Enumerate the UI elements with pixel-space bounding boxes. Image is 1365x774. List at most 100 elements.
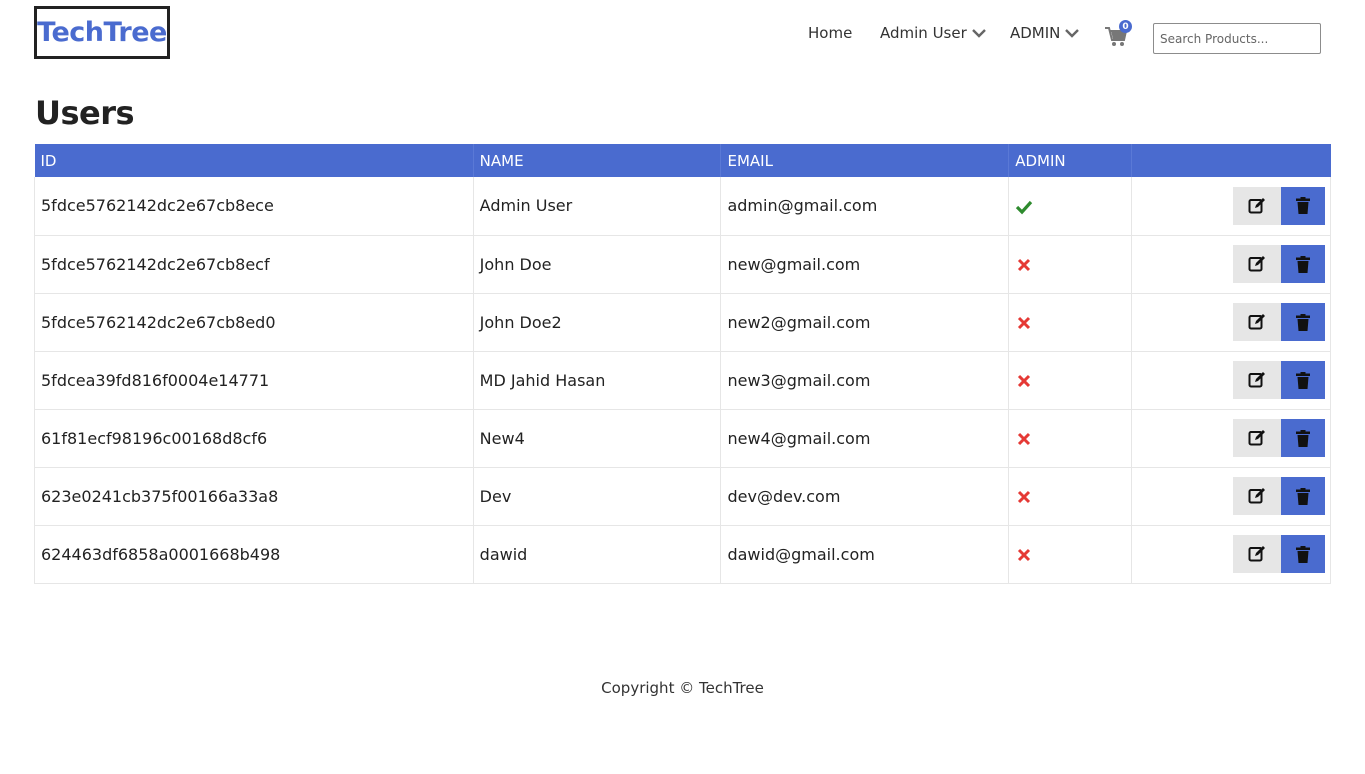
header-admin: ADMIN (1008, 144, 1133, 177)
user-menu-label: Admin User (880, 24, 967, 42)
user-id-cell: 623e0241cb375f00166a33a8 (34, 467, 474, 526)
table-row: 624463df6858a0001668b498 dawid dawid@gmail… (34, 525, 1331, 584)
delete-user-button[interactable] (1281, 419, 1325, 457)
trash-icon (1296, 255, 1310, 273)
delete-user-button[interactable] (1281, 535, 1325, 573)
user-admin-cell (1008, 525, 1133, 584)
edit-user-button[interactable] (1233, 245, 1281, 283)
table-row: 5fdce5762142dc2e67cb8ecf John Doe new@gmai… (34, 235, 1331, 294)
user-email-cell: new2@gmail.com (720, 293, 1010, 352)
delete-user-button[interactable] (1281, 245, 1325, 283)
navbar: TechTree Home Admin User ADMIN 0 (0, 0, 1365, 70)
user-admin-cell (1008, 293, 1133, 352)
user-actions-cell (1131, 467, 1331, 526)
edit-icon (1248, 314, 1265, 330)
header-email: EMAIL (720, 144, 1010, 177)
times-icon (1018, 374, 1031, 387)
user-admin-cell (1008, 467, 1133, 526)
trash-icon (1296, 197, 1310, 215)
delete-user-button[interactable] (1281, 477, 1325, 515)
user-email-cell: new4@gmail.com (720, 409, 1010, 468)
user-name-cell: John Doe2 (473, 293, 722, 352)
user-actions-cell (1131, 525, 1331, 584)
users-table: ID NAME EMAIL ADMIN 5fdce5762142dc2e67cb… (34, 144, 1331, 584)
times-icon (1018, 490, 1031, 503)
user-name-cell: MD Jahid Hasan (473, 351, 722, 410)
trash-icon (1296, 371, 1310, 389)
edit-user-button[interactable] (1233, 361, 1281, 399)
user-id-cell: 5fdce5762142dc2e67cb8ece (34, 177, 474, 236)
row-action-group (1233, 477, 1325, 515)
user-actions-cell (1131, 235, 1331, 294)
delete-user-button[interactable] (1281, 186, 1325, 225)
users-table-body: 5fdce5762142dc2e67cb8ece Admin User admin@… (34, 177, 1331, 584)
edit-user-button[interactable] (1233, 186, 1281, 225)
row-action-group (1233, 361, 1325, 399)
user-id-cell: 624463df6858a0001668b498 (34, 525, 474, 584)
user-admin-cell (1008, 177, 1133, 236)
header-actions (1131, 144, 1331, 177)
edit-user-button[interactable] (1233, 419, 1281, 457)
user-name-cell: Admin User (473, 177, 722, 236)
row-action-group (1233, 303, 1325, 341)
user-id-cell: 5fdce5762142dc2e67cb8ed0 (34, 293, 474, 352)
nav-home-link[interactable]: Home (808, 23, 852, 43)
edit-user-button[interactable] (1233, 477, 1281, 515)
user-actions-cell (1131, 409, 1331, 468)
table-header-row: ID NAME EMAIL ADMIN (34, 144, 1331, 177)
table-row: 5fdce5762142dc2e67cb8ece Admin User admin@… (34, 177, 1331, 236)
row-action-group (1233, 535, 1325, 573)
edit-user-button[interactable] (1233, 303, 1281, 341)
edit-icon (1248, 488, 1265, 504)
check-icon (1016, 200, 1033, 214)
nav-home-label: Home (808, 24, 853, 42)
user-admin-cell (1008, 351, 1133, 410)
user-actions-cell (1131, 177, 1331, 236)
times-icon (1018, 258, 1031, 271)
trash-icon (1296, 313, 1310, 331)
cart-count-badge: 0 (1119, 20, 1132, 33)
page-title: Users (35, 94, 135, 132)
footer-copyright: Copyright © TechTree (601, 679, 764, 697)
user-email-cell: admin@gmail.com (720, 177, 1010, 236)
edit-user-button[interactable] (1233, 535, 1281, 573)
user-admin-cell (1008, 409, 1133, 468)
times-icon (1018, 548, 1031, 561)
user-email-cell: dawid@gmail.com (720, 525, 1010, 584)
brand-logo[interactable]: TechTree (34, 6, 170, 59)
chevron-down-icon (1065, 29, 1080, 38)
row-action-group (1233, 419, 1325, 457)
user-actions-cell (1131, 351, 1331, 410)
user-admin-cell (1008, 235, 1133, 294)
user-actions-cell (1131, 293, 1331, 352)
chevron-down-icon (971, 29, 986, 38)
delete-user-button[interactable] (1281, 361, 1325, 399)
table-row: 5fdcea39fd816f0004e14771 MD Jahid Hasan ne… (34, 351, 1331, 410)
user-email-cell: dev@dev.com (720, 467, 1010, 526)
user-id-cell: 5fdcea39fd816f0004e14771 (34, 351, 474, 410)
user-id-cell: 5fdce5762142dc2e67cb8ecf (34, 235, 474, 294)
admin-menu-label: ADMIN (1010, 24, 1061, 42)
user-name-cell: John Doe (473, 235, 722, 294)
header-id: ID (34, 144, 474, 177)
user-name-cell: dawid (473, 525, 722, 584)
edit-icon (1248, 430, 1265, 446)
admin-menu-dropdown[interactable]: ADMIN (1010, 23, 1080, 43)
times-icon (1018, 316, 1031, 329)
trash-icon (1296, 429, 1310, 447)
trash-icon (1296, 545, 1310, 563)
edit-icon (1248, 372, 1265, 388)
header-name: NAME (473, 144, 722, 177)
row-action-group (1233, 245, 1325, 283)
trash-icon (1296, 487, 1310, 505)
table-row: 5fdce5762142dc2e67cb8ed0 John Doe2 new2@gm… (34, 293, 1331, 352)
search-input[interactable] (1153, 23, 1321, 54)
times-icon (1018, 432, 1031, 445)
edit-icon (1248, 197, 1265, 214)
delete-user-button[interactable] (1281, 303, 1325, 341)
row-action-group (1233, 186, 1325, 225)
edit-icon (1248, 546, 1265, 562)
user-name-cell: Dev (473, 467, 722, 526)
user-menu-dropdown[interactable]: Admin User (880, 23, 987, 43)
user-email-cell: new@gmail.com (720, 235, 1010, 294)
